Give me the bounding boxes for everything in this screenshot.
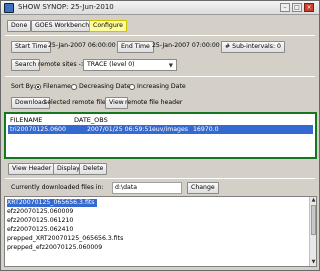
vertical-scrollbar[interactable]: ▲ ▼ <box>309 197 316 266</box>
minimize-icon[interactable]: – <box>280 3 290 12</box>
list-item[interactable]: XRT20070125_065656.3.fits <box>7 199 97 207</box>
change-dir-button[interactable]: Change <box>187 182 219 194</box>
subintervals-button[interactable]: # Sub-intervals: 0 <box>221 41 285 53</box>
column-header-date-obs: DATE_OBS <box>74 116 108 124</box>
scroll-down-icon[interactable]: ▼ <box>310 259 316 266</box>
column-header-filename: FILENAME <box>10 116 43 124</box>
download-dir-field[interactable]: d:\data <box>112 182 182 194</box>
list-item[interactable]: efz20070125.061210 <box>7 217 73 225</box>
sort-filename-radio[interactable] <box>35 84 41 90</box>
separator <box>5 76 315 77</box>
separator <box>5 178 315 179</box>
remote-sites-label: remote sites -> <box>38 61 87 68</box>
app-icon <box>4 3 14 13</box>
end-time-field[interactable]: 25-Jan-2007 07:00:00.000 <box>150 41 220 53</box>
selected-remote-label: selected remote file(s) <box>44 99 114 106</box>
view-header-button[interactable]: View Header <box>8 163 56 175</box>
remote-results-list[interactable]: FILENAME DATE_OBS tri20070125.0600 2007/… <box>4 112 317 159</box>
sort-filename-label[interactable]: Filename <box>43 83 71 90</box>
list-item[interactable]: prepped_efz20070125.060009 <box>7 244 102 252</box>
search-button[interactable]: Search <box>11 59 41 71</box>
result-size: 16970.0 <box>193 126 219 133</box>
list-item[interactable]: efz20070125.062410 <box>7 226 73 234</box>
window-title: SHOW SYNOP: 25-Jun-2010 <box>18 3 114 11</box>
configure-button[interactable]: Configure <box>89 20 127 32</box>
scroll-up-icon[interactable]: ▲ <box>310 197 316 204</box>
sort-increasing-date-label[interactable]: Increasing Date <box>137 83 186 90</box>
remote-file-header-label: remote file header <box>125 99 183 106</box>
title-bar[interactable]: SHOW SYNOP: 25-Jun-2010 – □ × <box>1 1 319 15</box>
sort-increasing-date-radio[interactable] <box>129 84 135 90</box>
scroll-thumb[interactable] <box>311 205 316 235</box>
delete-button[interactable]: Delete <box>79 163 108 175</box>
result-date-obs: 2007/01/25 06:59:51 <box>87 126 153 133</box>
list-item[interactable]: prepped_XRT20070125_065656.3.fits <box>7 235 123 243</box>
remote-site-select[interactable]: TRACE (level 0) ▼ <box>83 59 177 71</box>
sort-decreasing-date-radio[interactable] <box>71 84 77 90</box>
maximize-icon[interactable]: □ <box>292 3 302 12</box>
result-path: euv/images <box>152 126 188 133</box>
done-button[interactable]: Done <box>7 20 32 32</box>
close-icon[interactable]: × <box>304 3 314 12</box>
local-files-list[interactable]: XRT20070125_065656.3.fits efz20070125.06… <box>4 196 317 267</box>
sort-by-label: Sort By: <box>11 83 36 90</box>
download-dir-label: Currently downloaded files in: <box>11 184 104 191</box>
result-filename: tri20070125.0600 <box>10 126 66 133</box>
end-time-button[interactable]: End Time <box>117 41 154 53</box>
goes-workbench-button[interactable]: GOES Workbench <box>31 20 94 32</box>
start-time-field[interactable]: 25-Jan-2007 06:00:00.000 <box>46 41 116 53</box>
remote-site-value: TRACE (level 0) <box>87 61 135 68</box>
result-row[interactable]: tri20070125.0600 2007/01/25 06:59:51 euv… <box>8 125 313 134</box>
list-item[interactable]: efz20070125.060009 <box>7 208 73 216</box>
sort-decreasing-date-label[interactable]: Decreasing Date <box>79 83 131 90</box>
show-synop-window: SHOW SYNOP: 25-Jun-2010 – □ × Done GOES … <box>0 0 320 271</box>
separator <box>5 35 315 36</box>
chevron-down-icon: ▼ <box>168 63 173 69</box>
